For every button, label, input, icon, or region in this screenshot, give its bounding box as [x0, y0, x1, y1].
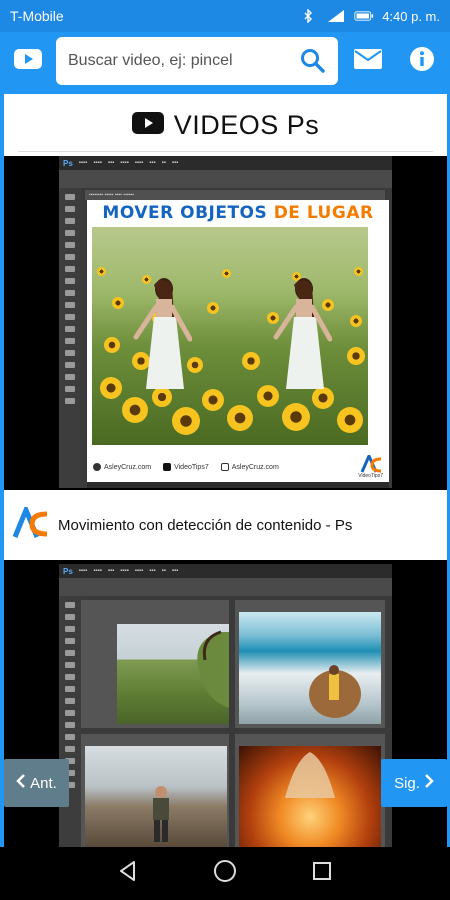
chevron-right-icon — [424, 774, 434, 792]
video-caption[interactable]: Movimiento con detección de contenido - … — [4, 490, 447, 560]
carrier-label: T-Mobile — [10, 8, 64, 24]
chevron-left-icon — [16, 774, 26, 792]
clock: 4:40 p. m. — [382, 8, 440, 24]
videotips-logo-icon: VideoTips7 — [358, 455, 383, 479]
person-figure — [273, 278, 332, 389]
ps-toolbar — [59, 596, 81, 847]
home-icon — [213, 859, 237, 888]
bluetooth-icon — [298, 9, 318, 23]
status-bar: T-Mobile 4:40 p. m. — [0, 0, 450, 32]
recents-icon — [312, 861, 332, 886]
thumbnail-banner-title: MOVER OBJETOS DE LUGAR — [102, 203, 374, 223]
ps-options-bar — [59, 578, 392, 596]
recents-button[interactable] — [302, 854, 342, 894]
previous-label: Ant. — [30, 774, 57, 792]
sunflower-photo — [92, 227, 368, 445]
ps-menubar: Ps ▪▪▪▪ ▪▪▪▪ ▪▪▪ ▪▪▪▪ ▪▪▪▪ ▪▪▪ ▪▪ ▪▪▪ — [59, 156, 392, 170]
thumbnail-image[interactable]: Ps ▪▪▪▪ ▪▪▪▪ ▪▪▪ ▪▪▪▪ ▪▪▪▪ ▪▪▪ ▪▪ ▪▪▪ ▪▪▪▪▪▪▪▪ … — [59, 156, 392, 488]
video-thumbnail[interactable]: Ps ▪▪▪▪ ▪▪▪▪ ▪▪▪ ▪▪▪▪ ▪▪▪▪ ▪▪▪ ▪▪ ▪▪▪ ▪▪▪▪▪▪▪▪ … — [4, 156, 447, 491]
thumbnail-footer: AsleyCruz.com VideoTips7 AsleyCruz.com V… — [87, 446, 389, 488]
videotips-logo-icon — [12, 502, 48, 544]
page-header: VIDEOS Ps — [4, 94, 447, 156]
ps-document-window — [235, 734, 385, 847]
next-label: Sig. — [394, 774, 420, 792]
ps-document-window — [235, 600, 385, 728]
youtube-icon — [131, 111, 164, 139]
next-button[interactable]: Sig. — [381, 759, 447, 807]
divider — [18, 151, 433, 152]
status-icons: 4:40 p. m. — [298, 9, 440, 24]
app-bar — [0, 32, 450, 90]
video-list[interactable]: VIDEOS Ps Ps ▪▪▪▪ ▪▪▪▪ ▪▪▪ ▪▪▪▪ ▪▪▪▪ ▪▪▪ ▪▪ ▪▪▪… — [4, 94, 447, 847]
page-title: VIDEOS Ps — [173, 109, 320, 140]
youtube-icon — [14, 48, 42, 74]
ps-document-window — [81, 600, 229, 728]
previous-button[interactable]: Ant. — [4, 759, 69, 807]
thumbnail-image[interactable]: Ps ▪▪▪▪ ▪▪▪▪ ▪▪▪ ▪▪▪▪ ▪▪▪▪ ▪▪▪ ▪▪ ▪▪▪ — [59, 564, 392, 847]
info-icon — [409, 46, 435, 77]
search-icon[interactable] — [298, 46, 328, 76]
person-figure — [133, 278, 192, 389]
youtube-button[interactable] — [0, 32, 56, 90]
ps-toolbar — [59, 188, 81, 488]
info-button[interactable] — [404, 44, 440, 78]
video-title[interactable]: Movimiento con detección de contenido - … — [58, 517, 352, 534]
ps-options-bar — [59, 170, 392, 188]
ps-canvas: MOVER OBJETOS DE LUGAR AsleyCruz.com Vid… — [87, 200, 389, 488]
signal-icon — [326, 9, 346, 23]
search-box — [56, 37, 338, 85]
mail-icon — [354, 48, 382, 74]
search-input[interactable] — [68, 52, 298, 70]
battery-icon — [354, 9, 374, 23]
mail-button[interactable] — [348, 44, 388, 78]
back-icon — [117, 860, 139, 887]
system-nav-bar — [0, 847, 450, 900]
home-button[interactable] — [205, 854, 245, 894]
back-button[interactable] — [108, 854, 148, 894]
ps-menubar: Ps ▪▪▪▪ ▪▪▪▪ ▪▪▪ ▪▪▪▪ ▪▪▪▪ ▪▪▪ ▪▪ ▪▪▪ — [59, 564, 392, 578]
ps-document-tab: ▪▪▪▪▪▪▪▪ ▪▪▪▪▪ ▪▪▪▪ ▪▪▪▪▪▪ — [85, 190, 385, 200]
ps-document-window — [81, 734, 229, 847]
